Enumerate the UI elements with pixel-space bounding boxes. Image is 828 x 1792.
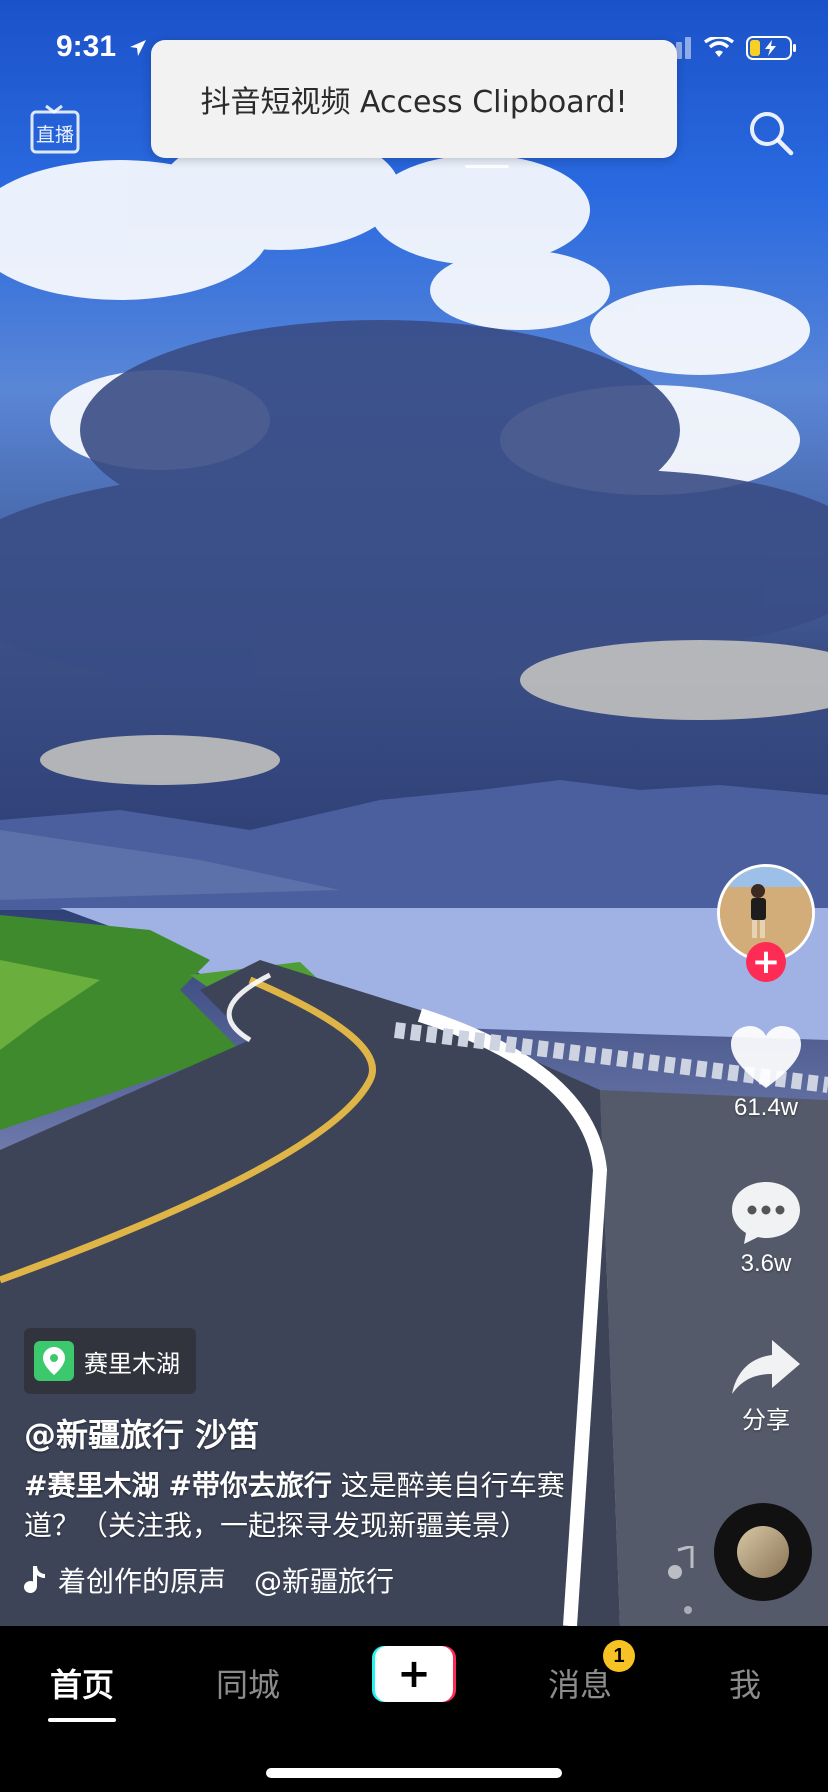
tab-nearby[interactable]: 同城 [216,1660,280,1706]
comment-count: 3.6w [740,1250,792,1277]
toast-message: 抖音短视频 Access Clipboard! [200,85,628,120]
hashtag[interactable]: #赛里木湖 [24,1469,159,1502]
battery-charging-icon [746,36,798,64]
clipboard-toast: 抖音短视频 Access Clipboard! [151,40,677,158]
pin-icon [34,1341,74,1381]
status-time: 9:31 [56,30,117,63]
status-icons [658,35,798,64]
tab-messages[interactable]: 消息 [548,1660,612,1706]
comment-icon[interactable] [730,1178,802,1246]
music-note-icon [664,1544,714,1620]
tab-me[interactable]: 我 [729,1660,761,1706]
active-tab-indicator [48,1718,116,1722]
search-button[interactable] [748,110,794,156]
author-name[interactable]: @新疆旅行 沙笛 [24,1410,259,1456]
sound-info[interactable]: 着创作的原声 @新疆旅行 [24,1560,458,1600]
wifi-icon [703,35,735,63]
heart-icon[interactable] [729,1024,803,1090]
author-avatar-group[interactable]: + [717,864,815,982]
tab-home[interactable]: 首页 [50,1660,114,1706]
hashtag[interactable]: #带你去旅行 [168,1469,331,1502]
live-label: 直播 [36,124,75,146]
location-label: 赛里木湖 [84,1349,180,1378]
location-tag[interactable]: 赛里木湖 [24,1328,196,1394]
toast-handle [465,165,509,168]
follow-button[interactable]: + [746,942,786,982]
share-label: 分享 [742,1407,790,1434]
bottom-tab-bar: 首页 同城 + 消息 1 我 [0,1626,828,1792]
music-cover [737,1526,789,1578]
live-button[interactable]: 直播 [30,104,82,154]
sound-title: 着创作的原声 @新疆旅行 [58,1565,395,1598]
like-action[interactable]: 61.4w [711,1024,821,1122]
like-count: 61.4w [733,1094,799,1121]
share-action[interactable]: 分享 [711,1338,821,1435]
music-disc[interactable] [714,1503,812,1601]
comment-action[interactable]: 3.6w [711,1178,821,1278]
create-button[interactable]: + [372,1646,456,1702]
video-description: #赛里木湖 #带你去旅行 这是醉美自行车赛道？（关注我，一起探寻发现新疆美景） [24,1466,604,1546]
messages-badge: 1 [603,1640,635,1672]
create-button-label: + [375,1646,453,1702]
search-icon [750,112,794,156]
home-indicator [266,1768,562,1778]
music-note-icon [24,1566,45,1593]
share-icon[interactable] [730,1338,802,1396]
location-arrow-icon [128,38,148,62]
